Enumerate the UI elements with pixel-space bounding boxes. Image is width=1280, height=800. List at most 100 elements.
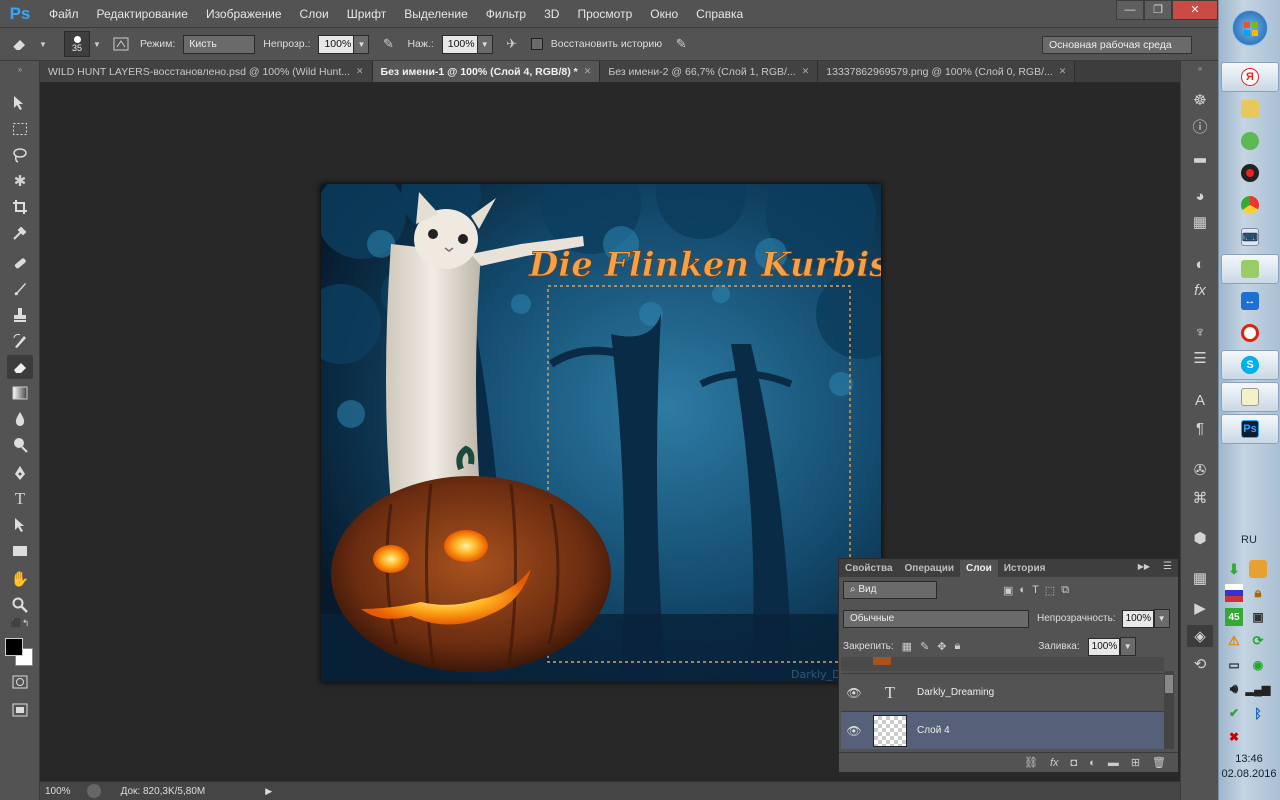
fill-chevron-down-icon[interactable]: ▼ (1119, 637, 1136, 656)
tray-process-icon[interactable]: ◉ (1249, 656, 1267, 674)
pressure-opacity-icon[interactable]: ✎ (377, 33, 399, 55)
add-mask-icon[interactable]: ◘ (1071, 757, 1078, 769)
menu-item[interactable]: 3D (535, 7, 568, 21)
layer-row-selected[interactable]: 👁︎ Слой 4 (841, 711, 1164, 749)
eraser-icon[interactable] (8, 33, 30, 55)
fill-input[interactable]: 100% (1087, 637, 1120, 656)
taskbar-photoshop-button[interactable]: Ps (1221, 414, 1279, 444)
menu-item[interactable]: Окно (641, 7, 687, 21)
magic-wand-tool[interactable]: ✱ (7, 169, 33, 193)
minimize-button[interactable]: — (1116, 0, 1144, 20)
tab-close-icon[interactable]: ✕ (1059, 66, 1067, 77)
language-indicator[interactable]: RU (1218, 534, 1280, 546)
tray-device-icon[interactable]: ▣ (1249, 608, 1267, 626)
default-colors-icon[interactable]: ⬛↰ (7, 617, 33, 629)
bluetooth-icon[interactable]: ᛒ (1249, 704, 1267, 722)
restore-history-checkbox[interactable] (530, 38, 543, 50)
panel-tab-layers[interactable]: Слои (960, 560, 998, 577)
airbrush-icon[interactable]: ✈ (501, 33, 523, 55)
color-icon[interactable]: ◕ (1187, 185, 1213, 207)
menu-item[interactable]: Слои (291, 7, 338, 21)
warning-icon[interactable]: ⚠ (1225, 632, 1243, 650)
gradient-tool[interactable] (7, 381, 33, 405)
language-flag-icon[interactable] (1225, 584, 1243, 602)
visibility-eye-icon[interactable]: 👁︎ (841, 724, 867, 738)
panel-tab[interactable]: История (998, 560, 1052, 577)
tab-close-icon[interactable]: ✕ (802, 66, 810, 77)
share-icon[interactable] (86, 784, 101, 798)
download-tray-icon[interactable]: ⬇ (1225, 560, 1243, 578)
zoom-tool[interactable] (7, 593, 33, 617)
zoom-level[interactable]: 100% (45, 786, 71, 797)
filter-pixel-icon[interactable]: ▣ (1003, 584, 1013, 597)
marquee-tool[interactable] (7, 117, 33, 141)
lock-position-icon[interactable]: ✥ (937, 640, 946, 653)
menu-item[interactable]: Файл (40, 7, 88, 21)
dock-collapse-icon[interactable]: « (1187, 63, 1213, 73)
document-tab[interactable]: WILD HUNT LAYERS-восстановлено.psd @ 100… (40, 61, 373, 82)
filter-smart-object-icon[interactable]: ⧉ (1061, 584, 1069, 597)
quick-mask-icon[interactable] (7, 670, 33, 694)
clock[interactable]: 13:46 02.08.2016 (1218, 752, 1280, 782)
brush-presets-icon[interactable]: ♆ (1187, 321, 1213, 343)
channels-icon[interactable]: ✇ (1187, 459, 1213, 481)
layers-icon[interactable]: ◈ (1187, 625, 1213, 647)
new-group-icon[interactable]: ▬ (1108, 757, 1119, 769)
taskbar-opera-button[interactable] (1221, 318, 1279, 348)
eyedropper-tool[interactable] (7, 221, 33, 245)
flow-chevron-down-icon[interactable]: ▼ (476, 34, 493, 54)
dodge-tool[interactable] (7, 433, 33, 457)
maximize-button[interactable]: ❐ (1144, 0, 1172, 20)
brush-panel-toggle-icon[interactable] (110, 33, 132, 55)
taskbar-notepad-button[interactable] (1221, 382, 1279, 412)
mode-select[interactable]: Кисть (183, 34, 256, 54)
taskbar-recorder-button[interactable] (1221, 158, 1279, 188)
paragraph-icon[interactable]: ¶ (1187, 417, 1213, 439)
adjustments-icon[interactable]: ◐ (1187, 253, 1213, 275)
status-menu-arrow-icon[interactable]: ▶ (265, 786, 272, 797)
paths-icon[interactable]: ⌘ (1187, 487, 1213, 509)
opacity-chevron-down-icon[interactable]: ▼ (353, 34, 370, 54)
taskbar-explorer-button[interactable] (1221, 94, 1279, 124)
tool-preset-chevron-down-icon[interactable]: ▼ (38, 33, 48, 55)
character-icon[interactable]: A (1187, 389, 1213, 411)
pressure-size-icon[interactable]: ✎ (670, 33, 692, 55)
hand-tool[interactable]: ✋ (7, 567, 33, 591)
visibility-eye-icon[interactable]: 👁︎ (841, 686, 867, 700)
lock-pixels-icon[interactable]: ✎ (920, 640, 929, 653)
info-icon[interactable]: ⓘ (1187, 115, 1213, 137)
volume-icon[interactable]: 🔊︎ (1225, 680, 1243, 698)
link-layers-icon[interactable]: ⛓︎ (1024, 756, 1038, 769)
add-style-icon[interactable]: fx (1050, 757, 1059, 769)
menu-item[interactable]: Выделение (395, 7, 477, 21)
taskbar-keyboard-button[interactable]: ⌨ (1221, 222, 1279, 252)
actions-play-icon[interactable]: ▶ (1187, 597, 1213, 619)
taskbar-paint-button[interactable] (1221, 254, 1279, 284)
menu-item[interactable]: Просмотр (568, 7, 641, 21)
sync-icon[interactable]: ⟳ (1249, 632, 1267, 650)
pen-tool[interactable] (7, 461, 33, 485)
lasso-tool[interactable] (7, 143, 33, 167)
document-tab[interactable]: 13337862969579.png @ 100% (Слой 0, RGB/.… (818, 61, 1076, 82)
history-brush-tool[interactable] (7, 329, 33, 353)
timeline-icon[interactable]: ▦ (1187, 567, 1213, 589)
taskbar-teamviewer-button[interactable]: ↔ (1221, 286, 1279, 316)
tray-counter-badge[interactable]: 45 (1225, 608, 1243, 626)
layer-partial-row[interactable] (841, 657, 1164, 671)
brush-preset-picker[interactable]: 35 (64, 31, 90, 57)
history-icon[interactable]: ⟲ (1187, 653, 1213, 675)
lock-all-icon[interactable]: 🔒︎ (955, 640, 961, 653)
layer-row-text[interactable]: 👁︎ T Darkly_Dreaming (841, 673, 1164, 711)
lock-transparent-icon[interactable]: ▦ (902, 640, 912, 653)
delete-layer-icon[interactable]: 🗑︎ (1152, 756, 1166, 769)
new-layer-icon[interactable]: ⊞ (1131, 756, 1140, 769)
taskbar-chrome-button[interactable] (1221, 190, 1279, 220)
screen-mode-icon[interactable] (7, 698, 33, 722)
filter-type-icon[interactable]: T (1032, 584, 1039, 596)
clone-stamp-tool[interactable] (7, 303, 33, 327)
document-canvas[interactable]: Die Flinken Kurbisse Darkly_D... (321, 184, 881, 682)
histogram-icon[interactable]: ▂ (1187, 143, 1213, 165)
brush-settings-icon[interactable]: ☰ (1187, 347, 1213, 369)
tray-lock-icon[interactable]: 🔒︎ (1249, 584, 1267, 602)
menu-item[interactable]: Фильтр (477, 7, 535, 21)
